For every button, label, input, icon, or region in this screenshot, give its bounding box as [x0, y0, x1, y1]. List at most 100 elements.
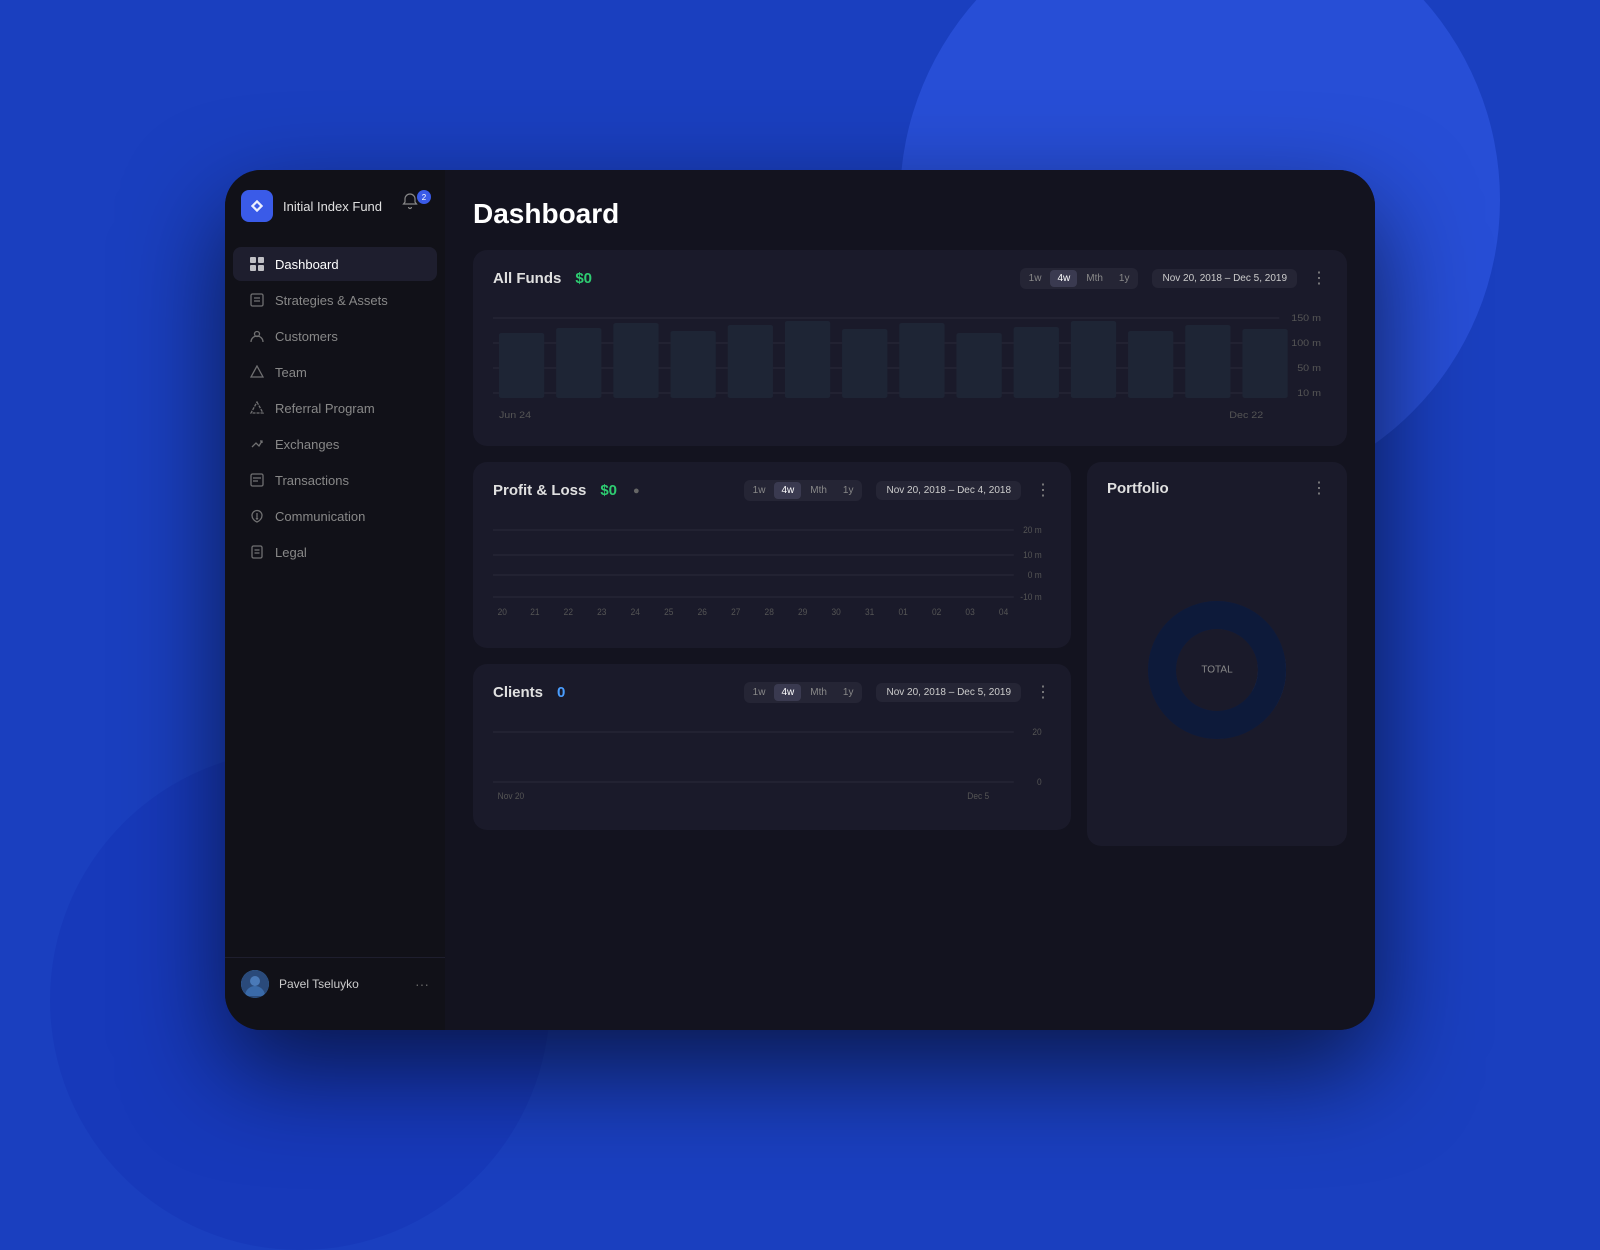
- sidebar-item-transactions[interactable]: Transactions: [233, 463, 437, 497]
- svg-text:20: 20: [1032, 727, 1041, 737]
- portfolio-header: Portfolio ⋮: [1107, 480, 1327, 497]
- svg-text:26: 26: [698, 607, 707, 617]
- app-name: Initial Index Fund: [283, 199, 391, 214]
- main-content: Dashboard All Funds $0 1w 4w Mth 1y Nov …: [445, 170, 1375, 1030]
- page-title: Dashboard: [473, 198, 1347, 230]
- profit-loss-more-button[interactable]: ⋮: [1035, 483, 1051, 499]
- svg-text:31: 31: [865, 607, 874, 617]
- sidebar-item-referral[interactable]: Referral Program: [233, 391, 437, 425]
- sidebar-item-legal[interactable]: Legal: [233, 535, 437, 569]
- cl-time-filter-1y[interactable]: 1y: [836, 684, 861, 701]
- user-name: Pavel Tseluyko: [279, 977, 405, 991]
- sidebar-item-label: Strategies & Assets: [275, 293, 388, 308]
- svg-text:02: 02: [932, 607, 941, 617]
- sidebar-item-label: Legal: [275, 545, 307, 560]
- svg-text:03: 03: [965, 607, 974, 617]
- svg-text:25: 25: [664, 607, 673, 617]
- svg-text:29: 29: [798, 607, 807, 617]
- svg-text:Nov 20: Nov 20: [498, 791, 525, 801]
- pl-time-filter-mth[interactable]: Mth: [803, 482, 834, 499]
- transactions-icon: [249, 472, 265, 488]
- cl-time-filter-4w[interactable]: 4w: [774, 684, 801, 701]
- sidebar-item-label: Communication: [275, 509, 365, 524]
- profit-loss-card: Profit & Loss $0 ● 1w 4w Mth 1y Nov 20, …: [473, 462, 1071, 648]
- portfolio-section: Portfolio ⋮ TOTAL: [1087, 462, 1347, 846]
- portfolio-donut: TOTAL: [1147, 600, 1287, 740]
- sidebar-item-label: Customers: [275, 329, 338, 344]
- bottom-left: Profit & Loss $0 ● 1w 4w Mth 1y Nov 20, …: [473, 462, 1071, 846]
- communication-icon: [249, 508, 265, 524]
- svg-text:28: 28: [765, 607, 774, 617]
- svg-text:0 m: 0 m: [1028, 570, 1042, 580]
- svg-text:150 m: 150 m: [1291, 314, 1321, 324]
- profit-loss-title: Profit & Loss: [493, 482, 586, 499]
- sidebar-item-team[interactable]: Team: [233, 355, 437, 389]
- portfolio-title: Portfolio: [1107, 480, 1169, 497]
- cl-time-filter-mth[interactable]: Mth: [803, 684, 834, 701]
- svg-text:20 m: 20 m: [1023, 525, 1042, 535]
- pl-time-filter-1w[interactable]: 1w: [746, 482, 773, 499]
- customers-icon: [249, 328, 265, 344]
- clients-card: Clients 0 1w 4w Mth 1y Nov 20, 2018 – De…: [473, 664, 1071, 830]
- clients-more-button[interactable]: ⋮: [1035, 685, 1051, 701]
- strategies-icon: [249, 292, 265, 308]
- exchanges-icon: [249, 436, 265, 452]
- clients-date-range: Nov 20, 2018 – Dec 5, 2019: [876, 683, 1021, 702]
- pl-time-filter-1y[interactable]: 1y: [836, 482, 861, 499]
- team-icon: [249, 364, 265, 380]
- notification-bell[interactable]: 2: [401, 192, 429, 220]
- sidebar-item-strategies[interactable]: Strategies & Assets: [233, 283, 437, 317]
- profit-loss-header: Profit & Loss $0 ● 1w 4w Mth 1y Nov 20, …: [493, 480, 1051, 501]
- svg-text:-10 m: -10 m: [1020, 592, 1041, 602]
- legal-icon: [249, 544, 265, 560]
- svg-text:01: 01: [898, 607, 907, 617]
- svg-text:100 m: 100 m: [1291, 339, 1321, 349]
- all-funds-chart: 150 m 100 m 50 m 10 m: [493, 303, 1327, 428]
- profit-loss-date-range: Nov 20, 2018 – Dec 4, 2018: [876, 481, 1021, 500]
- all-funds-date-range: Nov 20, 2018 – Dec 5, 2019: [1152, 269, 1297, 288]
- svg-text:10 m: 10 m: [1297, 389, 1321, 399]
- clients-chart: 20 0 Nov 20 Dec 5: [493, 717, 1051, 812]
- all-funds-card: All Funds $0 1w 4w Mth 1y Nov 20, 2018 –…: [473, 250, 1347, 446]
- svg-text:20: 20: [498, 607, 507, 617]
- user-avatar: [241, 970, 269, 998]
- portfolio-total-label: TOTAL: [1201, 664, 1232, 675]
- clients-header: Clients 0 1w 4w Mth 1y Nov 20, 2018 – De…: [493, 682, 1051, 703]
- sidebar-item-dashboard[interactable]: Dashboard: [233, 247, 437, 281]
- clients-value: 0: [557, 684, 565, 701]
- svg-text:0: 0: [1037, 777, 1042, 787]
- time-filter-4w[interactable]: 4w: [1050, 270, 1077, 287]
- sidebar-item-label: Transactions: [275, 473, 349, 488]
- all-funds-more-button[interactable]: ⋮: [1311, 271, 1327, 287]
- all-funds-value: $0: [575, 270, 592, 287]
- profit-loss-value: $0: [600, 482, 617, 499]
- svg-text:Dec 22: Dec 22: [1229, 411, 1263, 421]
- all-funds-time-filters: 1w 4w Mth 1y: [1020, 268, 1139, 289]
- svg-text:Jun 24: Jun 24: [499, 411, 532, 421]
- pl-time-filter-4w[interactable]: 4w: [774, 482, 801, 499]
- sidebar-header: Initial Index Fund 2: [225, 190, 445, 246]
- sidebar: Initial Index Fund 2: [225, 170, 445, 1030]
- sidebar-item-exchanges[interactable]: Exchanges: [233, 427, 437, 461]
- sidebar-item-communication[interactable]: Communication: [233, 499, 437, 533]
- sidebar-item-customers[interactable]: Customers: [233, 319, 437, 353]
- time-filter-1y[interactable]: 1y: [1112, 270, 1137, 287]
- portfolio-card: Portfolio ⋮ TOTAL: [1087, 462, 1347, 846]
- time-filter-1w[interactable]: 1w: [1022, 270, 1049, 287]
- user-more-button[interactable]: ···: [415, 976, 429, 992]
- sidebar-nav: Dashboard Strategies & Assets: [225, 246, 445, 947]
- sidebar-item-label: Team: [275, 365, 307, 380]
- all-funds-header: All Funds $0 1w 4w Mth 1y Nov 20, 2018 –…: [493, 268, 1327, 289]
- svg-text:22: 22: [564, 607, 573, 617]
- portfolio-more-button[interactable]: ⋮: [1311, 481, 1327, 497]
- clients-title: Clients: [493, 684, 543, 701]
- svg-text:04: 04: [999, 607, 1008, 617]
- cl-time-filter-1w[interactable]: 1w: [746, 684, 773, 701]
- time-filter-mth[interactable]: Mth: [1079, 270, 1110, 287]
- notification-count: 2: [417, 190, 431, 204]
- referral-icon: [249, 400, 265, 416]
- svg-text:23: 23: [597, 607, 606, 617]
- profit-loss-chart: 20 m 10 m 0 m -10 m 20 21 22 23 24 25 26: [493, 515, 1051, 630]
- svg-text:50 m: 50 m: [1297, 364, 1321, 374]
- svg-text:Dec 5: Dec 5: [967, 791, 989, 801]
